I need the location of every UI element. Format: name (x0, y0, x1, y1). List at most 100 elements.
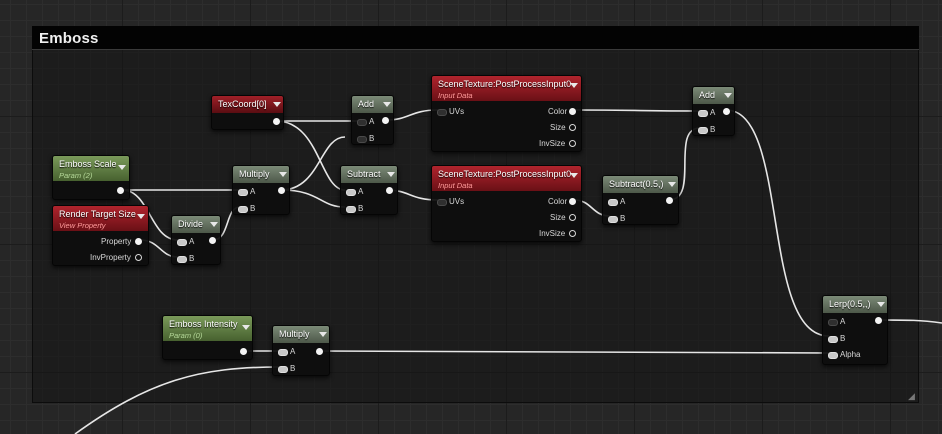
node-subtitle: Param (2) (59, 171, 93, 180)
pin-label: Color (548, 107, 568, 116)
pin-label: InvSize (539, 139, 566, 148)
chevron-down-icon[interactable] (570, 83, 578, 88)
pin-label: Property (101, 237, 132, 246)
node-title: Multiply (279, 329, 310, 339)
node-subtitle: View Property (59, 221, 106, 230)
pin-label: Size (550, 123, 566, 132)
node-subtitle: Param (0) (169, 331, 203, 340)
input-pin-a[interactable] (177, 239, 187, 246)
output-pin-invsize[interactable] (569, 140, 576, 147)
output-pin-color[interactable] (569, 108, 576, 115)
chevron-down-icon[interactable] (137, 214, 145, 219)
node-render-target-size[interactable]: Render Target Size View Property Propert… (52, 205, 149, 266)
chevron-down-icon[interactable] (210, 222, 218, 227)
wire-multiply2-lerp-alpha (319, 350, 830, 354)
pin-label: B (189, 254, 195, 263)
output-pin[interactable] (240, 348, 247, 355)
node-title: Divide (178, 219, 204, 229)
output-pin-invsize[interactable] (569, 230, 576, 237)
output-pin-color[interactable] (569, 198, 576, 205)
input-pin-b[interactable] (177, 256, 187, 263)
pin-label: A (369, 117, 375, 126)
node-add[interactable]: Add A B (351, 95, 394, 145)
input-pin-a[interactable] (278, 349, 288, 356)
node-title: Emboss Intensity (169, 319, 238, 329)
node-multiply[interactable]: Multiply A B (232, 165, 290, 215)
chevron-down-icon[interactable] (242, 325, 250, 330)
chevron-down-icon[interactable] (273, 102, 281, 107)
chevron-down-icon[interactable] (279, 172, 287, 177)
pin-label: A (358, 187, 364, 196)
node-add[interactable]: Add A B (692, 86, 735, 136)
pin-label: Size (550, 213, 566, 222)
node-subtract[interactable]: Subtract A B (340, 165, 398, 215)
input-pin-b[interactable] (278, 366, 288, 373)
input-pin-a[interactable] (698, 110, 708, 117)
output-pin-property[interactable] (135, 238, 142, 245)
output-pin[interactable] (278, 187, 285, 194)
input-pin-b[interactable] (357, 136, 367, 143)
input-pin-a[interactable] (357, 119, 367, 126)
output-pin-invproperty[interactable] (135, 254, 142, 261)
node-scene-texture-2[interactable]: SceneTexture:PostProcessInput0 Input Dat… (431, 165, 582, 242)
input-pin-a[interactable] (346, 189, 356, 196)
input-pin-a[interactable] (608, 199, 618, 206)
node-texcoord[interactable]: TexCoord[0] (211, 95, 284, 130)
output-pin[interactable] (666, 197, 673, 204)
chevron-down-icon[interactable] (319, 332, 327, 337)
node-title: Multiply (239, 169, 270, 179)
node-emboss-intensity[interactable]: Emboss Intensity Param (0) (162, 315, 253, 360)
output-pin[interactable] (209, 237, 216, 244)
node-subtract-half[interactable]: Subtract(0.5,) A B (602, 175, 679, 225)
output-pin[interactable] (875, 317, 882, 324)
input-pin-uvs[interactable] (437, 199, 447, 206)
input-pin-b[interactable] (608, 216, 618, 223)
pin-label: A (250, 187, 256, 196)
input-pin-a[interactable] (238, 189, 248, 196)
output-pin[interactable] (316, 348, 323, 355)
wire-offscreen-multiply2-b (74, 366, 280, 434)
chevron-down-icon[interactable] (387, 172, 395, 177)
output-pin[interactable] (117, 187, 124, 194)
node-scene-texture-1[interactable]: SceneTexture:PostProcessInput0 Input Dat… (431, 75, 582, 152)
input-pin-uvs[interactable] (437, 109, 447, 116)
pin-label: A (840, 317, 846, 326)
chevron-down-icon[interactable] (724, 93, 732, 98)
pin-label: B (620, 214, 626, 223)
input-pin-alpha[interactable] (828, 352, 838, 359)
chevron-down-icon[interactable] (877, 302, 885, 307)
output-pin-size[interactable] (569, 124, 576, 131)
wire-multiply-subtract-b (280, 189, 346, 208)
chevron-down-icon[interactable] (118, 165, 126, 170)
output-pin-size[interactable] (569, 214, 576, 221)
node-title: Subtract(0.5,) (609, 179, 664, 189)
pin-label: InvProperty (90, 253, 131, 262)
wire-scene1-color-add2-a (573, 109, 701, 112)
node-lerp[interactable]: Lerp(0.5,,) A B Alpha (822, 295, 888, 365)
output-pin[interactable] (273, 118, 280, 125)
chevron-down-icon[interactable] (383, 102, 391, 107)
input-pin-b[interactable] (698, 127, 708, 134)
node-multiply[interactable]: Multiply A B (272, 325, 330, 376)
chevron-down-icon[interactable] (668, 182, 676, 187)
output-pin[interactable] (723, 108, 730, 115)
chevron-down-icon[interactable] (570, 173, 578, 178)
input-pin-b[interactable] (346, 206, 356, 213)
pin-label: B (290, 364, 296, 373)
node-title: Add (358, 99, 375, 109)
node-title: Subtract (347, 169, 381, 179)
input-pin-a[interactable] (828, 319, 838, 326)
pin-label: A (620, 197, 626, 206)
node-title: Render Target Size (59, 209, 136, 219)
pin-label: Alpha (840, 350, 861, 359)
node-title: SceneTexture:PostProcessInput0 (438, 169, 572, 179)
output-pin[interactable] (386, 187, 393, 194)
pin-label: B (710, 125, 716, 134)
node-divide[interactable]: Divide A B (171, 215, 221, 265)
node-title: SceneTexture:PostProcessInput0 (438, 79, 572, 89)
output-pin[interactable] (382, 117, 389, 124)
pin-label: UVs (449, 197, 465, 206)
input-pin-b[interactable] (238, 206, 248, 213)
input-pin-b[interactable] (828, 336, 838, 343)
node-emboss-scale[interactable]: Emboss Scale Param (2) (52, 155, 130, 200)
